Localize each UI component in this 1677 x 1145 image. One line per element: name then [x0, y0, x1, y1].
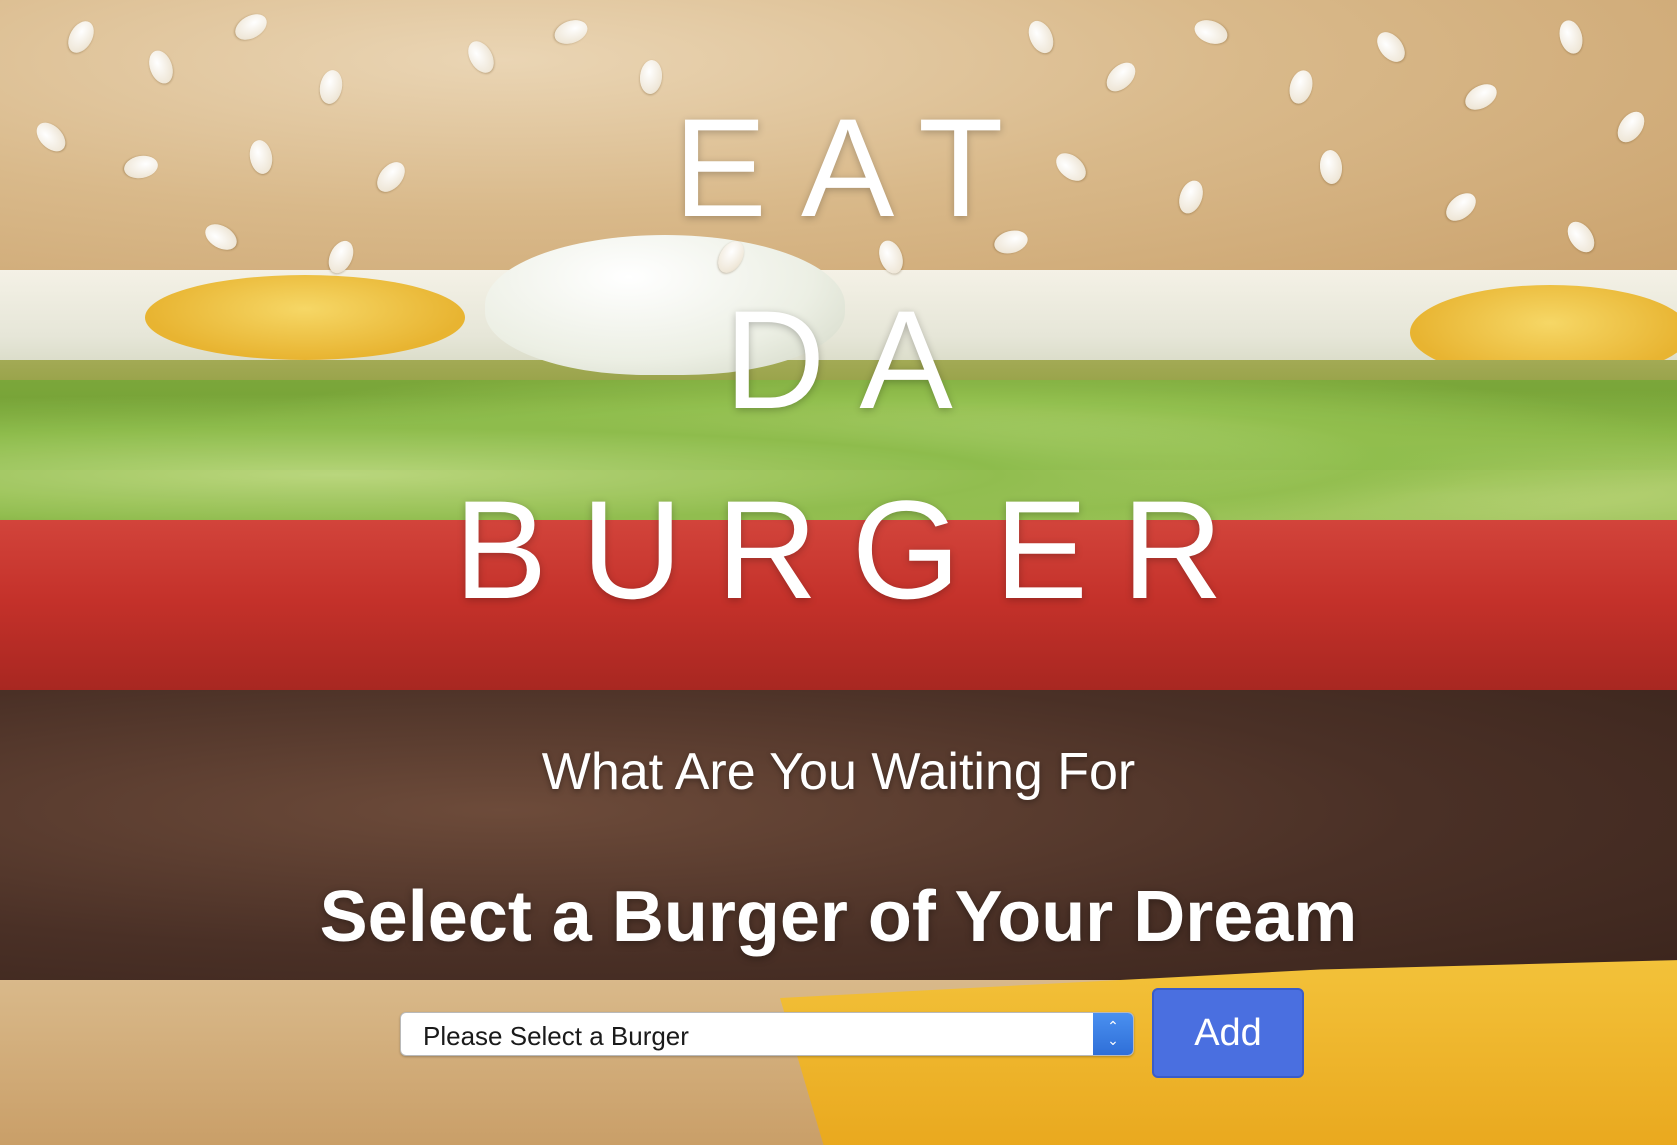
chevron-down-icon: ⌄: [1107, 1033, 1119, 1049]
tagline: What Are You Waiting For: [541, 743, 1136, 801]
burger-order-form: Please Select a Burger ⌃ ⌄ Add: [400, 988, 1310, 1080]
headline-line-burger: BURGER: [454, 471, 1257, 628]
burger-background: EAT DA BURGER What Are You Waiting For S…: [0, 0, 1677, 1145]
hero-section: EAT DA BURGER What Are You Waiting For S…: [0, 0, 1677, 1145]
chevron-up-down-icon[interactable]: ⌃ ⌄: [1093, 1013, 1133, 1055]
chevron-up-icon: ⌃: [1107, 1019, 1119, 1035]
burger-select[interactable]: Please Select a Burger ⌃ ⌄: [400, 1012, 1134, 1056]
add-button[interactable]: Add: [1152, 988, 1304, 1078]
select-prompt-heading: Select a Burger of Your Dream: [319, 877, 1358, 957]
headline-line-eat: EAT: [673, 89, 1038, 246]
headline-line-da: DA: [724, 281, 987, 438]
burger-select-value: Please Select a Burger: [423, 1021, 689, 1051]
